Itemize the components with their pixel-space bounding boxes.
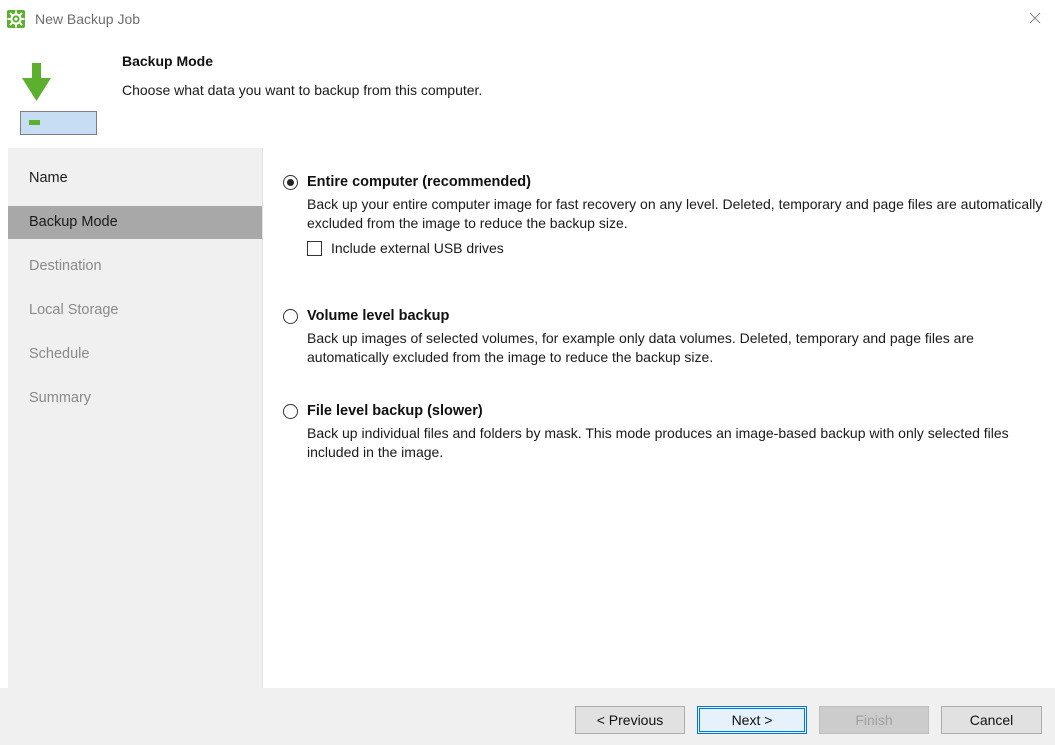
option-description: Back up images of selected volumes, for … xyxy=(307,330,974,365)
option-entire-computer: Entire computer (recommended) Back up yo… xyxy=(283,172,1053,258)
option-description: Back up individual files and folders by … xyxy=(307,425,1009,460)
window-title: New Backup Job xyxy=(35,11,141,27)
radio-file-level[interactable]: File level backup (slower) xyxy=(283,401,1053,421)
option-volume-level: Volume level backup Back up images of se… xyxy=(283,306,1053,367)
page-subtitle: Choose what data you want to backup from… xyxy=(122,82,483,98)
next-button[interactable]: Next > xyxy=(697,706,807,734)
radio-button-selected[interactable] xyxy=(283,174,298,190)
radio-entire-computer[interactable]: Entire computer (recommended) xyxy=(283,172,1053,192)
option-label: Volume level backup xyxy=(307,308,450,324)
option-label: File level backup (slower) xyxy=(307,403,483,419)
wizard-footer: < Previous Next > Finish Cancel xyxy=(0,688,1055,745)
close-icon xyxy=(1029,12,1041,24)
option-file-level: File level backup (slower) Back up indiv… xyxy=(283,401,1053,462)
step-name[interactable]: Name xyxy=(8,162,262,195)
checkbox-label: Include external USB drives xyxy=(331,240,504,256)
page-title: Backup Mode xyxy=(122,53,214,69)
radio-button[interactable] xyxy=(283,403,298,419)
close-button[interactable] xyxy=(1015,0,1055,36)
option-label: Entire computer (recommended) xyxy=(307,174,531,190)
finish-button[interactable]: Finish xyxy=(819,706,929,734)
gear-icon xyxy=(7,10,25,28)
previous-button[interactable]: < Previous xyxy=(575,706,685,734)
step-summary[interactable]: Summary xyxy=(8,382,262,415)
include-usb-checkbox[interactable] xyxy=(307,240,322,256)
wizard-header: Backup Mode Choose what data you want to… xyxy=(0,36,1055,148)
radio-button[interactable] xyxy=(283,308,298,324)
backup-mode-options: Entire computer (recommended) Back up yo… xyxy=(263,148,1055,688)
title-bar: New Backup Job xyxy=(0,0,1055,36)
step-destination[interactable]: Destination xyxy=(8,250,262,283)
cancel-button[interactable]: Cancel xyxy=(941,706,1042,734)
step-backup-mode[interactable]: Backup Mode xyxy=(8,206,262,239)
wizard-steps: Name Backup Mode Destination Local Stora… xyxy=(8,148,262,688)
step-local-storage[interactable]: Local Storage xyxy=(8,294,262,327)
option-description: Back up your entire computer image for f… xyxy=(307,196,1043,231)
step-schedule[interactable]: Schedule xyxy=(8,338,262,371)
new-backup-job-window: New Backup Job Backup Mode Choose what d… xyxy=(0,0,1055,745)
radio-volume-level[interactable]: Volume level backup xyxy=(283,306,1053,326)
include-usb-checkbox-row[interactable]: Include external USB drives xyxy=(307,238,1053,258)
